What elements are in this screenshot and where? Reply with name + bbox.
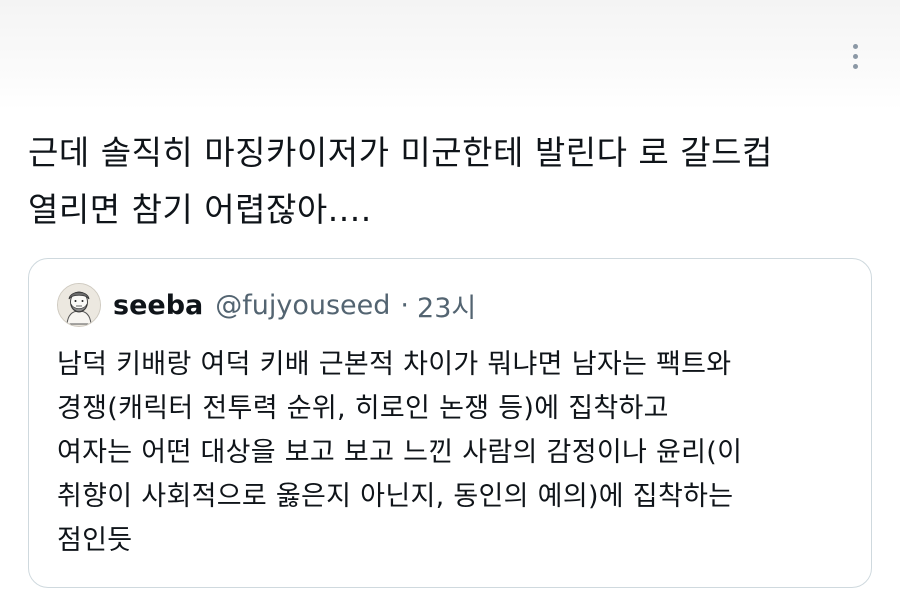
more-vertical-icon-dot <box>852 63 858 69</box>
more-vertical-icon-dot <box>852 53 858 59</box>
quoted-tweet-card[interactable]: seeba @fujyouseed · 23시 남덕 키배랑 여덕 키배 근본적… <box>28 258 872 588</box>
avatar[interactable] <box>57 283 101 327</box>
quoted-display-name[interactable]: seeba <box>113 290 203 321</box>
quoted-timestamp[interactable]: 23시 <box>417 286 476 325</box>
quoted-handle[interactable]: @fujyouseed <box>215 290 390 321</box>
more-vertical-icon <box>852 43 858 49</box>
quoted-tweet-text: 남덕 키배랑 여덕 키배 근본적 차이가 뭐냐면 남자는 팩트와 경쟁(캐릭터 … <box>57 349 743 556</box>
top-background <box>0 0 900 110</box>
avatar-illustration-icon <box>58 284 100 326</box>
quoted-tweet-header: seeba @fujyouseed · 23시 <box>57 281 476 329</box>
more-options-button[interactable] <box>840 38 870 74</box>
meta-separator: · <box>400 289 410 321</box>
tweet-text: 근데 솔직히 마징카이저가 미군한테 발린다 로 갈드컵 열리면 참기 어렵잖아… <box>28 133 773 229</box>
